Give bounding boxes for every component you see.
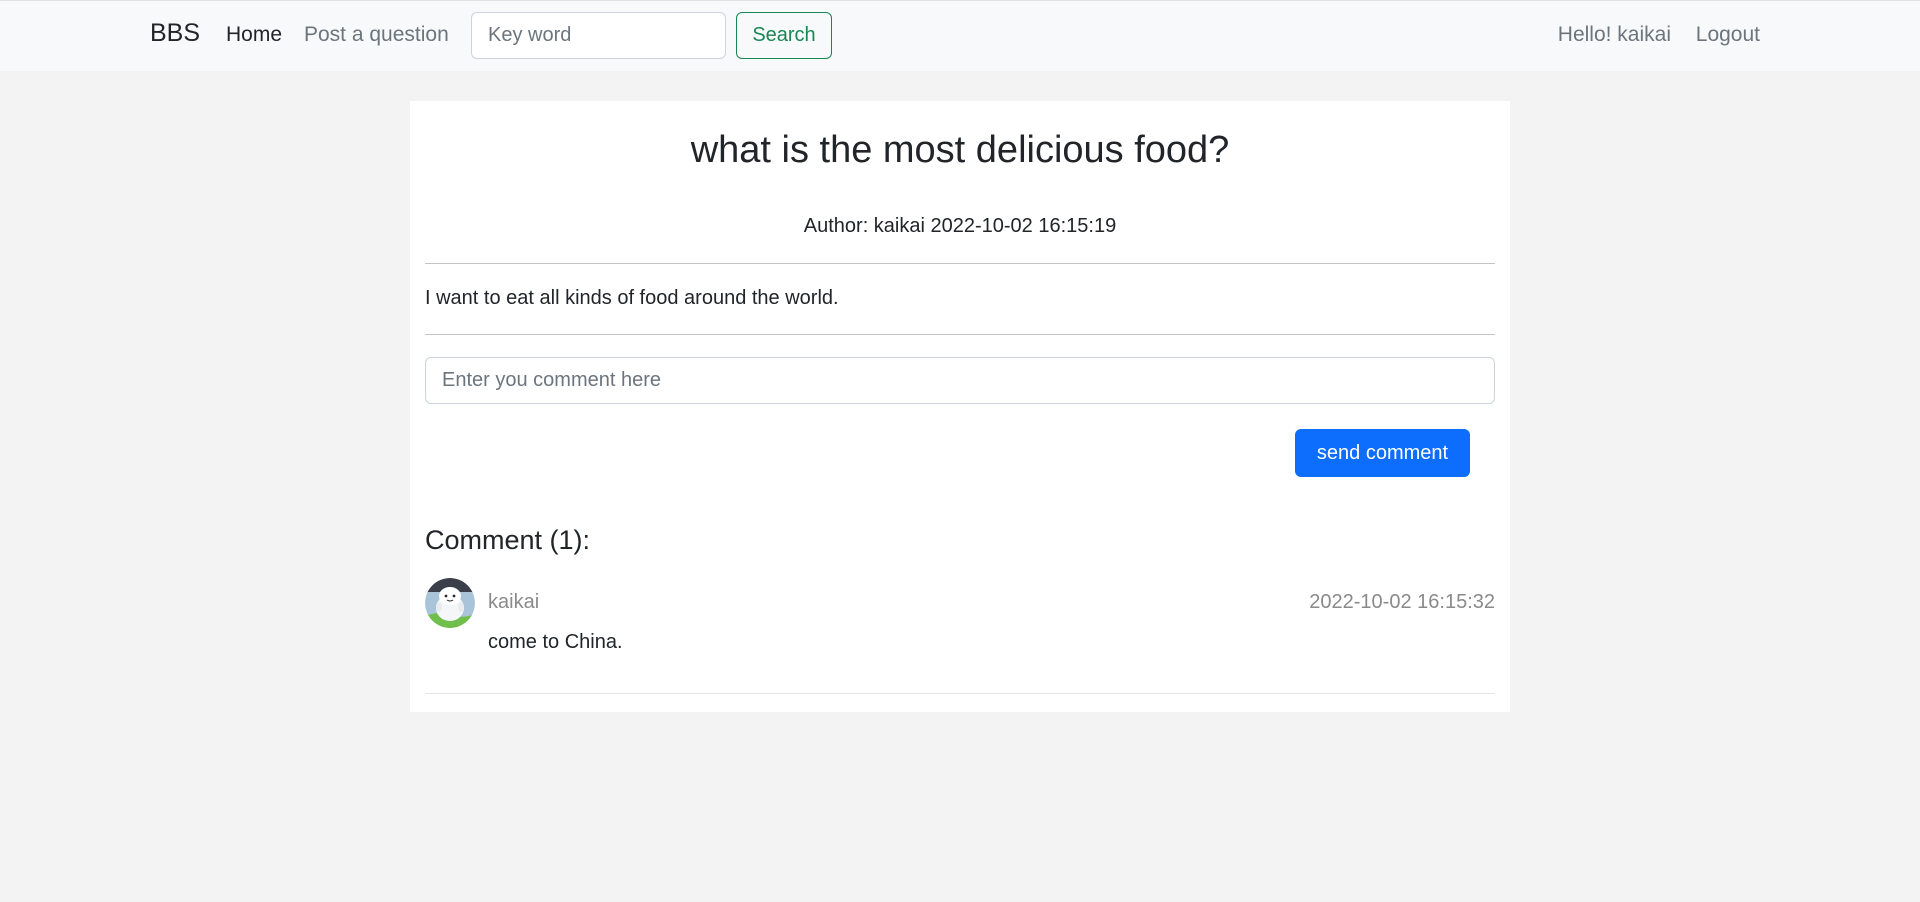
comment-input[interactable]: [425, 357, 1495, 404]
question-card: what is the most delicious food? Author:…: [410, 101, 1510, 712]
navbar: BBS Home Post a question Search Hello! k…: [0, 0, 1920, 71]
divider: [425, 334, 1495, 335]
comments-heading: Comment (1):: [425, 525, 591, 555]
avatar-cartoon-icon: [425, 578, 475, 628]
search-button[interactable]: Search: [736, 12, 832, 59]
comment-item: kaikai 2022-10-02 16:15:32 come to China…: [425, 578, 1495, 694]
question-meta: Author: kaikai 2022-10-02 16:15:19: [803, 215, 1117, 237]
comment-author: kaikai: [488, 591, 540, 613]
comment-timestamp: 2022-10-02 16:15:32: [1309, 591, 1495, 613]
logout-link[interactable]: Logout: [1696, 23, 1760, 47]
nav-post-question-link[interactable]: Post a question: [304, 23, 449, 47]
question-content: I want to eat all kinds of food around t…: [425, 287, 839, 309]
nav-home-link[interactable]: Home: [226, 23, 282, 47]
brand-link[interactable]: BBS: [150, 19, 200, 48]
send-comment-button[interactable]: send comment: [1295, 429, 1470, 477]
question-title: what is the most delicious food?: [690, 129, 1230, 171]
divider: [425, 263, 1495, 264]
user-greeting-link[interactable]: Hello! kaikai: [1558, 23, 1671, 47]
comment-body: come to China.: [488, 631, 623, 653]
search-input[interactable]: [471, 12, 726, 59]
